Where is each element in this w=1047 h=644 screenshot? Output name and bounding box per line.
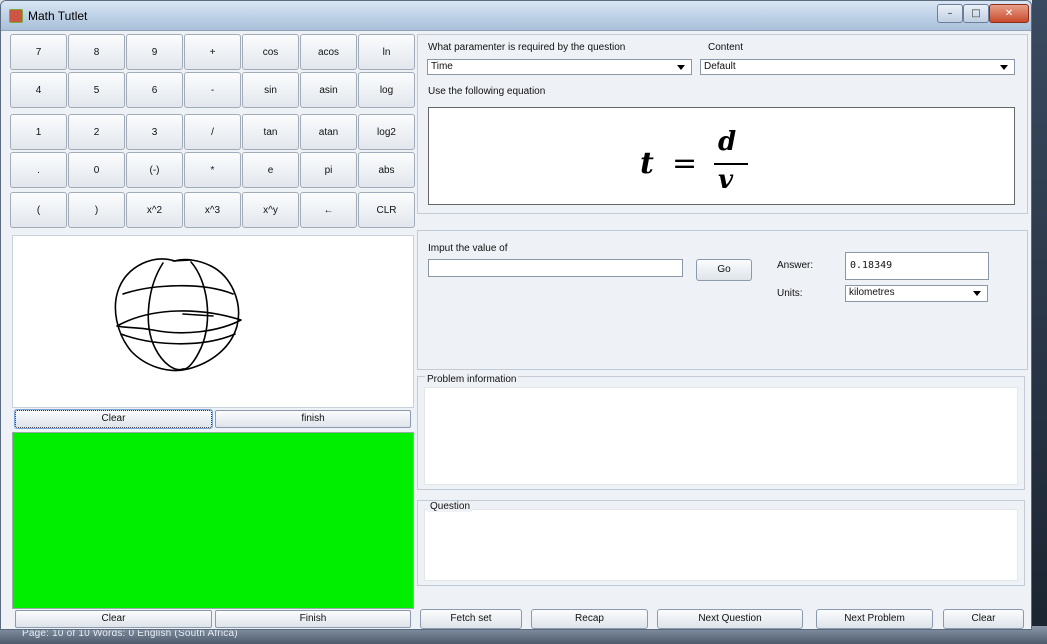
units-label: Units:: [777, 288, 803, 299]
calc-key[interactable]: ←: [300, 192, 357, 228]
chevron-down-icon: [1000, 65, 1008, 70]
calc-key[interactable]: x^y: [242, 192, 299, 228]
calc-key[interactable]: x^3: [184, 192, 241, 228]
calc-key[interactable]: pi: [300, 152, 357, 188]
parameter-dropdown[interactable]: Time: [427, 59, 692, 75]
output-canvas: [12, 432, 414, 609]
calc-key[interactable]: log: [358, 72, 415, 108]
calc-key[interactable]: 0: [68, 152, 125, 188]
calc-key[interactable]: 6: [126, 72, 183, 108]
recap-button[interactable]: Recap: [531, 609, 648, 629]
fetch-set-button[interactable]: Fetch set: [420, 609, 522, 629]
desktop-background-right: [1032, 0, 1047, 644]
minimize-button[interactable]: –: [937, 4, 963, 23]
calc-key[interactable]: +: [184, 34, 241, 70]
calc-key[interactable]: 3: [126, 114, 183, 150]
close-button[interactable]: ✕: [989, 4, 1029, 23]
output-clear-button[interactable]: Clear: [15, 610, 212, 628]
calc-key[interactable]: atan: [300, 114, 357, 150]
input-label: Imput the value of: [428, 243, 508, 254]
calc-key[interactable]: abs: [358, 152, 415, 188]
units-dropdown[interactable]: kilometres: [845, 285, 988, 302]
content-label: Content: [708, 42, 744, 53]
handwriting-sketch: [114, 258, 242, 372]
drawing-finish-button[interactable]: finish: [215, 410, 411, 428]
calc-key[interactable]: 9: [126, 34, 183, 70]
next-question-button[interactable]: Next Question: [657, 609, 803, 629]
problem-info-textarea[interactable]: [424, 387, 1018, 485]
calc-key[interactable]: /: [184, 114, 241, 150]
units-dropdown-value: kilometres: [849, 287, 895, 298]
chevron-down-icon: [677, 65, 685, 70]
answer-field[interactable]: 0.18349: [845, 252, 989, 280]
calc-key[interactable]: log2: [358, 114, 415, 150]
calc-key[interactable]: 8: [68, 34, 125, 70]
java-app-icon: [9, 9, 23, 23]
calc-key[interactable]: x^2: [126, 192, 183, 228]
calc-key[interactable]: 1: [10, 114, 67, 150]
calc-key[interactable]: 2: [68, 114, 125, 150]
calc-key[interactable]: -: [184, 72, 241, 108]
calc-key[interactable]: (: [10, 192, 67, 228]
question-group: [417, 500, 1025, 586]
equation-numerator: d: [718, 127, 737, 157]
chevron-down-icon: [973, 291, 981, 296]
value-input[interactable]: [428, 259, 683, 277]
calc-key[interactable]: cos: [242, 34, 299, 70]
question-textarea[interactable]: [424, 509, 1018, 581]
answer-label: Answer:: [777, 260, 814, 271]
equation-lhs: t: [640, 146, 654, 181]
equation-label: Use the following equation: [428, 86, 546, 97]
calc-key[interactable]: 5: [68, 72, 125, 108]
content-dropdown[interactable]: Default: [700, 59, 1015, 75]
calc-key[interactable]: .: [10, 152, 67, 188]
calc-key[interactable]: ): [68, 192, 125, 228]
window-title: Math Tutlet: [28, 9, 88, 23]
calc-key[interactable]: sin: [242, 72, 299, 108]
content-dropdown-value: Default: [704, 61, 736, 72]
calc-key[interactable]: tan: [242, 114, 299, 150]
output-finish-button[interactable]: Finish: [215, 610, 411, 628]
equation-equals: =: [672, 146, 698, 181]
next-problem-button[interactable]: Next Problem: [816, 609, 933, 629]
maximize-button[interactable]: □: [963, 4, 989, 23]
problem-info-legend: Problem information: [425, 374, 519, 385]
calc-key[interactable]: 7: [10, 34, 67, 70]
calc-key[interactable]: e: [242, 152, 299, 188]
parameter-label: What paramenter is required by the quest…: [428, 42, 626, 53]
calc-key[interactable]: 4: [10, 72, 67, 108]
clear-button[interactable]: Clear: [943, 609, 1024, 629]
title-bar[interactable]: Math Tutlet – □ ✕: [1, 1, 1031, 31]
drawing-pad[interactable]: [12, 235, 414, 408]
calc-key[interactable]: asin: [300, 72, 357, 108]
go-button[interactable]: Go: [696, 259, 752, 281]
drawing-clear-button[interactable]: Clear: [14, 409, 213, 429]
question-legend: Question: [428, 501, 473, 512]
calc-key[interactable]: *: [184, 152, 241, 188]
calc-key[interactable]: CLR: [358, 192, 415, 228]
problem-info-group: [417, 376, 1025, 490]
calc-key[interactable]: acos: [300, 34, 357, 70]
calc-key[interactable]: (-): [126, 152, 183, 188]
calc-key[interactable]: ln: [358, 34, 415, 70]
equation-denominator: v: [718, 165, 734, 195]
parameter-dropdown-value: Time: [431, 61, 453, 72]
